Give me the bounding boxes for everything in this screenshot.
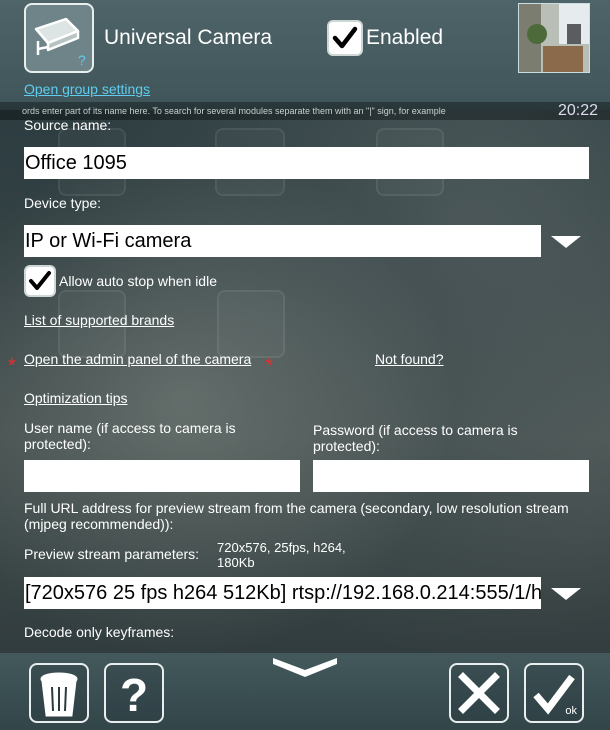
close-icon: [458, 672, 500, 714]
svg-text:?: ?: [78, 52, 86, 68]
camera-preview-thumbnail[interactable]: [518, 3, 590, 73]
page-title: Universal Camera: [104, 26, 273, 49]
username-label: User name (if access to camera is protec…: [24, 420, 236, 452]
enabled-label: Enabled: [366, 26, 444, 49]
checkmark-icon: [29, 271, 51, 290]
stream-params-value: 720x576, 25fps, h264, 180Kb: [217, 540, 346, 570]
auto-stop-label: Allow auto stop when idle: [59, 273, 217, 289]
trash-icon: [40, 672, 78, 717]
cancel-button[interactable]: [449, 663, 509, 723]
password-label: Password (if access to camera is protect…: [313, 422, 518, 454]
optimization-tips-link[interactable]: Optimization tips: [24, 390, 127, 406]
clock-text: 20:22: [557, 102, 598, 119]
help-icon: ?: [120, 669, 148, 721]
camera-type-button[interactable]: ?: [24, 3, 94, 73]
open-group-settings-link[interactable]: Open group settings: [24, 81, 150, 97]
delete-button[interactable]: [29, 663, 89, 723]
svg-text:?: ?: [120, 669, 148, 721]
auto-stop-checkbox[interactable]: [24, 265, 56, 297]
url-label: Full URL address for preview stream from…: [24, 500, 569, 532]
username-input[interactable]: [24, 460, 300, 492]
source-name-label: Source name:: [24, 117, 112, 133]
bg-tile: [217, 290, 285, 358]
checkmark-icon: [332, 26, 358, 49]
device-type-select[interactable]: IP or Wi-Fi camera: [24, 225, 541, 257]
supported-brands-link[interactable]: List of supported brands: [24, 312, 174, 328]
help-button[interactable]: ?: [104, 663, 164, 723]
password-input[interactable]: [313, 460, 589, 492]
required-star-icon: *: [265, 355, 273, 377]
ok-label: ok: [565, 705, 577, 717]
chevron-down-icon[interactable]: [551, 234, 581, 250]
camera-icon: ?: [34, 17, 86, 68]
search-hint-text: ords enter part of its name here. To sea…: [22, 106, 446, 116]
source-name-input[interactable]: Office 1095: [24, 147, 589, 179]
enabled-checkbox[interactable]: [327, 20, 363, 56]
device-type-label: Device type:: [24, 195, 102, 211]
scroll-down-chevron-icon[interactable]: [273, 656, 337, 678]
not-found-link[interactable]: Not found?: [375, 351, 444, 367]
decode-keyframes-label: Decode only keyframes:: [24, 624, 175, 640]
stream-params-label: Preview stream parameters:: [24, 546, 200, 562]
admin-panel-link[interactable]: Open the admin panel of the camera: [24, 351, 251, 367]
url-select[interactable]: [720x576 25 fps h264 512Kb] rtsp://192.1…: [24, 577, 541, 609]
chevron-down-icon[interactable]: [551, 586, 581, 602]
preview-image: [519, 4, 589, 72]
ok-button[interactable]: ok: [524, 663, 584, 723]
required-star-icon: *: [8, 355, 16, 377]
